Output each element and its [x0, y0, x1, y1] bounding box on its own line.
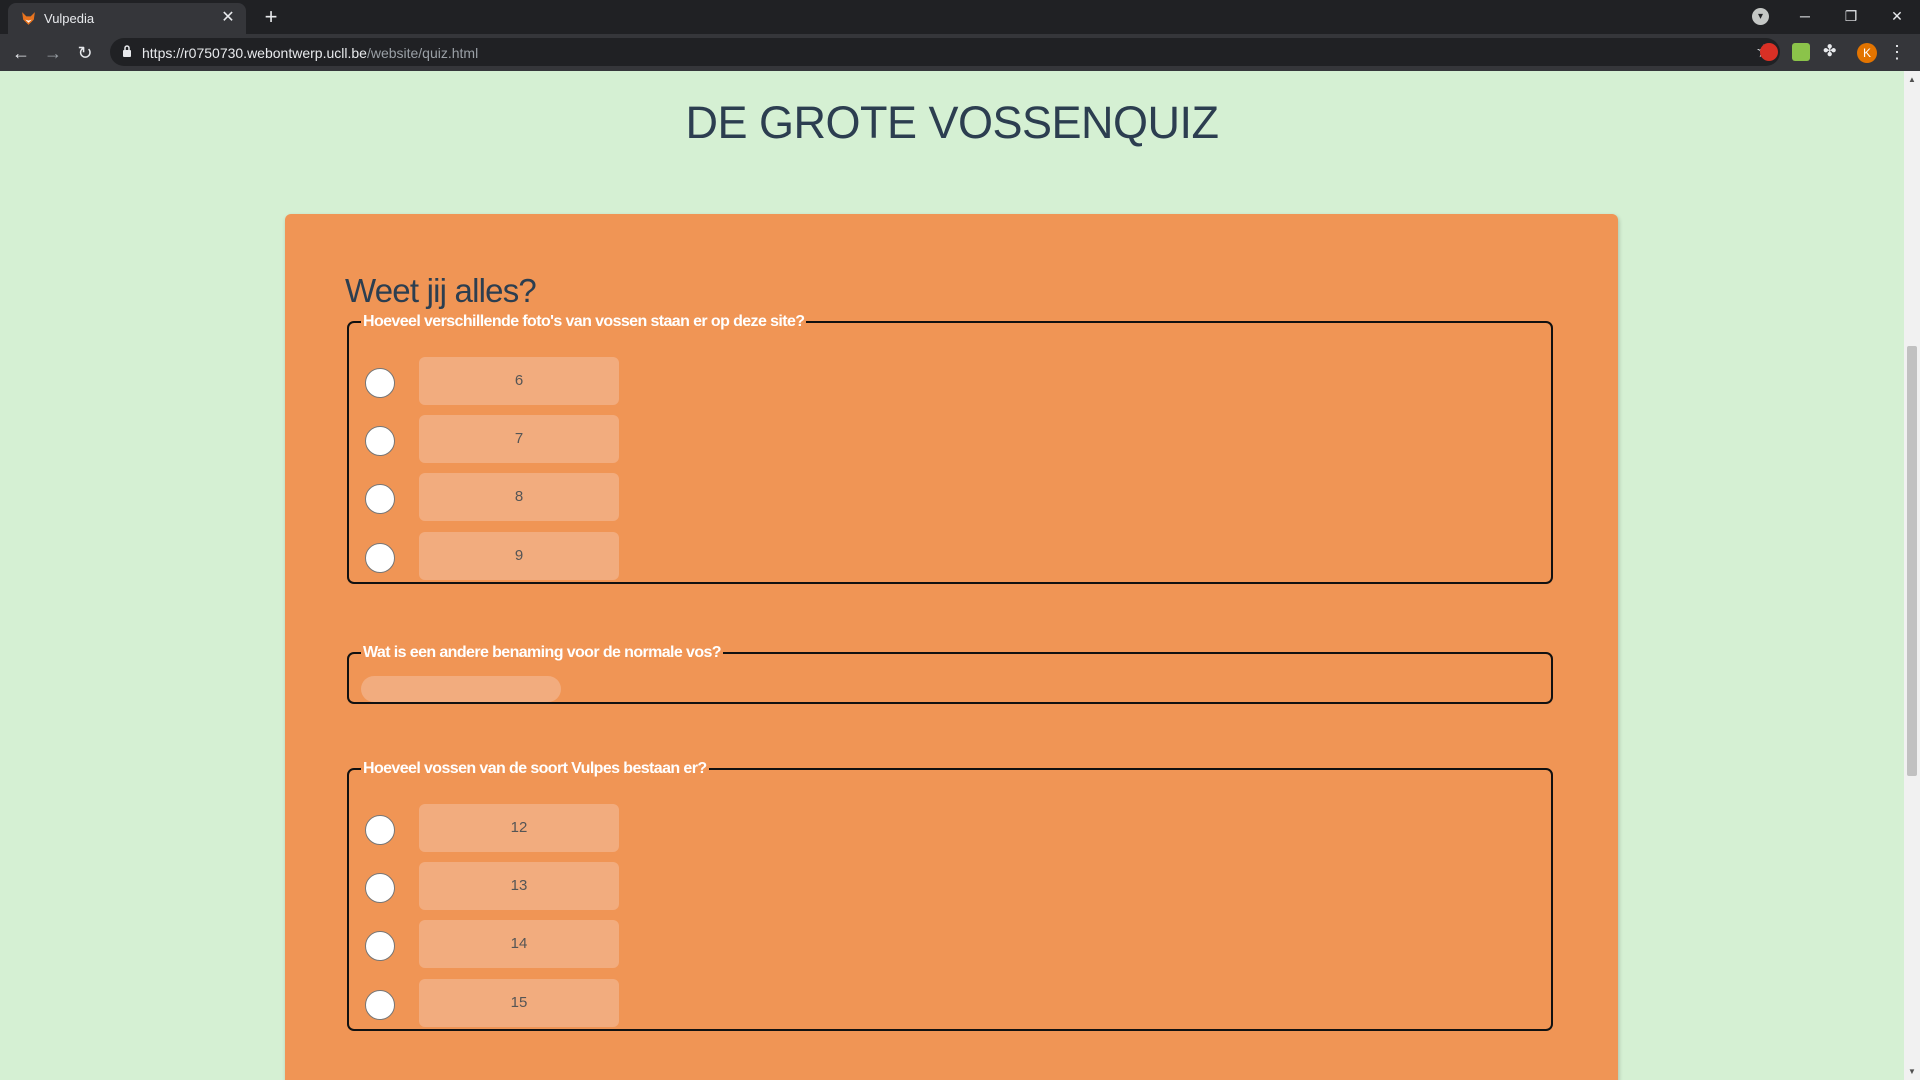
- scroll-up-icon[interactable]: ▲: [1908, 75, 1916, 84]
- forward-icon[interactable]: →: [40, 40, 66, 66]
- answer-option[interactable]: 7: [365, 415, 625, 463]
- question-other-name: Wat is een andere benaming voor de norma…: [347, 644, 1553, 704]
- extension-green-icon[interactable]: [1792, 43, 1810, 61]
- minimize-icon[interactable]: ─: [1782, 0, 1828, 34]
- scroll-thumb[interactable]: [1907, 346, 1917, 776]
- extensions-puzzle-icon[interactable]: ✤: [1823, 43, 1841, 61]
- url-host: https://r0750730.webontwerp.ucll.be: [142, 45, 367, 61]
- answer-option[interactable]: 6: [365, 357, 625, 405]
- page-title: DE GROTE VOSSENQUIZ: [685, 97, 1219, 148]
- new-tab-button[interactable]: +: [258, 4, 284, 30]
- option-label[interactable]: 15: [419, 979, 619, 1027]
- url-path: /website/quiz.html: [366, 45, 479, 61]
- page-viewport: DE GROTE VOSSENQUIZ Weet jij alles? Hoev…: [0, 71, 1904, 1080]
- radio-button[interactable]: [365, 368, 395, 398]
- browser-menu-icon[interactable]: ⋮: [1888, 42, 1906, 63]
- question-legend: Hoeveel verschillende foto's van vossen …: [363, 313, 805, 330]
- tab-search-icon[interactable]: ▾: [1752, 8, 1769, 25]
- answer-option[interactable]: 12: [365, 804, 625, 852]
- browser-tab[interactable]: Vulpedia ✕: [8, 3, 246, 34]
- quiz-heading: Weet jij alles?: [345, 272, 537, 309]
- option-label[interactable]: 7: [419, 415, 619, 463]
- address-bar[interactable]: https://r0750730.webontwerp.ucll.be/webs…: [110, 38, 1780, 66]
- option-label[interactable]: 6: [419, 357, 619, 405]
- quiz-card: Weet jij alles? Hoeveel verschillende fo…: [285, 214, 1618, 1080]
- question-vulpes-species: Hoeveel vossen van de soort Vulpes besta…: [347, 760, 1553, 1031]
- radio-button[interactable]: [365, 873, 395, 903]
- browser-toolbar: ← → ↻ https://r0750730.webontwerp.ucll.b…: [0, 34, 1920, 71]
- url-text: https://r0750730.webontwerp.ucll.be/webs…: [142, 45, 478, 61]
- lock-icon: [123, 45, 131, 57]
- radio-button[interactable]: [365, 990, 395, 1020]
- radio-button[interactable]: [365, 931, 395, 961]
- answer-option[interactable]: 8: [365, 473, 625, 521]
- question-legend: Wat is een andere benaming voor de norma…: [363, 644, 722, 661]
- fox-favicon-icon: [22, 12, 35, 25]
- tab-title: Vulpedia: [44, 11, 95, 26]
- option-label[interactable]: 9: [419, 532, 619, 580]
- answer-option[interactable]: 13: [365, 862, 625, 910]
- tab-close-icon[interactable]: ✕: [218, 8, 238, 28]
- restore-icon[interactable]: ❐: [1828, 0, 1874, 34]
- answer-option[interactable]: 15: [365, 979, 625, 1027]
- radio-button[interactable]: [365, 543, 395, 573]
- radio-button[interactable]: [365, 484, 395, 514]
- question-legend: Hoeveel vossen van de soort Vulpes besta…: [363, 760, 707, 777]
- option-label[interactable]: 12: [419, 804, 619, 852]
- answer-text-input[interactable]: [361, 676, 561, 702]
- answer-option[interactable]: 14: [365, 920, 625, 968]
- question-photos: Hoeveel verschillende foto's van vossen …: [347, 313, 1553, 584]
- option-label[interactable]: 8: [419, 473, 619, 521]
- page-scrollbar[interactable]: ▲ ▼: [1904, 71, 1920, 1080]
- option-label[interactable]: 13: [419, 862, 619, 910]
- answer-option[interactable]: 9: [365, 532, 625, 580]
- profile-avatar[interactable]: K: [1857, 43, 1877, 63]
- back-icon[interactable]: ←: [8, 40, 34, 66]
- extension-adblock-icon[interactable]: [1760, 43, 1778, 61]
- close-window-icon[interactable]: ✕: [1874, 0, 1920, 34]
- reload-icon[interactable]: ↻: [72, 40, 98, 66]
- radio-button[interactable]: [365, 815, 395, 845]
- radio-button[interactable]: [365, 426, 395, 456]
- option-label[interactable]: 14: [419, 920, 619, 968]
- scroll-down-icon[interactable]: ▼: [1908, 1067, 1916, 1076]
- browser-tab-bar: Vulpedia ✕ + ▾ ─ ❐ ✕: [0, 0, 1920, 34]
